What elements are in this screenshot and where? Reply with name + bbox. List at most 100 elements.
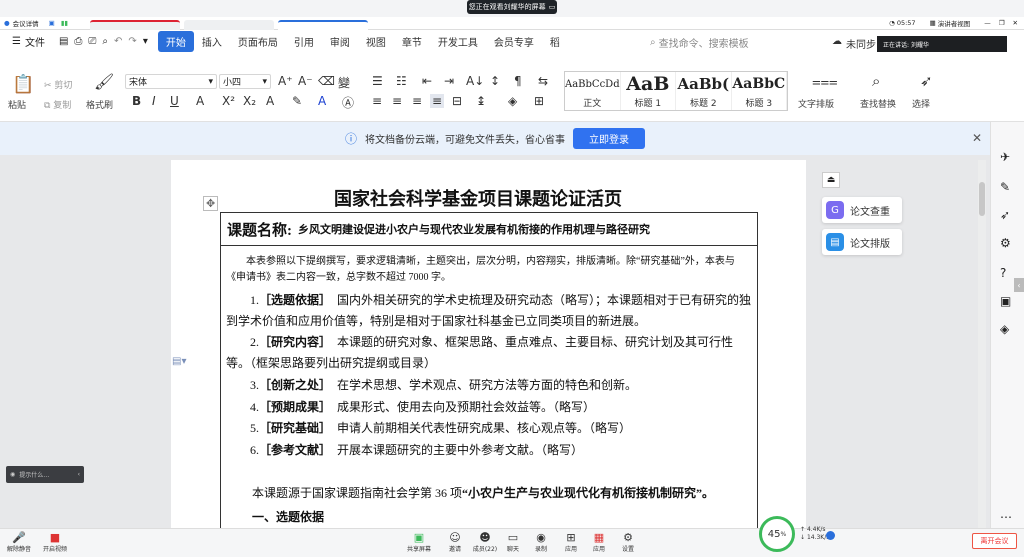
tab-review[interactable]: 审阅 [322, 34, 358, 49]
tab-developer[interactable]: 开发工具 [430, 34, 486, 49]
apps-button[interactable]: ⊞ 应用 [556, 531, 586, 553]
export-icon[interactable]: ⎙ [74, 36, 82, 47]
undo-icon[interactable]: ↶ [114, 36, 122, 47]
sync-status[interactable]: 未同步 [846, 36, 876, 51]
sort-icon[interactable]: ↕ [490, 74, 500, 88]
underline-icon[interactable]: U [170, 94, 179, 108]
file-menu[interactable]: 文件 [25, 34, 45, 49]
text-layout-button[interactable]: 文字排版 [798, 97, 834, 110]
superscript-icon[interactable]: X² [222, 94, 235, 108]
help-icon[interactable]: ? [1000, 266, 1006, 280]
meeting-details-link[interactable]: 会议详情 [13, 18, 39, 28]
font-name-select[interactable]: 宋体 ▾ [125, 74, 217, 89]
select-button[interactable]: 选择 [912, 97, 930, 110]
distributed-icon[interactable]: ⊟ [452, 94, 462, 108]
style-heading1[interactable]: AaB 标题 1 [621, 72, 677, 110]
location-icon[interactable]: ◈ [1000, 322, 1009, 336]
char-border-icon[interactable]: Ⓐ [342, 94, 354, 111]
save-icon[interactable]: ▤ [59, 36, 68, 47]
find-replace-button[interactable]: 查找替换 [860, 97, 896, 110]
bullet-list-icon[interactable]: ☰ [372, 74, 383, 88]
rocket-icon[interactable]: ✈ [1000, 150, 1010, 164]
members-button[interactable]: ☻ 成员(22) [470, 531, 500, 553]
cut-button[interactable]: ✂ 剪切 [44, 78, 72, 91]
speaker-view-button[interactable]: 演讲者视图 [938, 18, 971, 28]
chevron-down-icon[interactable]: ▾ [143, 36, 148, 47]
justify-icon[interactable]: ≡ [430, 94, 445, 108]
close-icon[interactable]: ✕ [1013, 19, 1018, 27]
borders-icon[interactable]: ⊞ [534, 94, 544, 108]
bold-icon[interactable]: B [132, 94, 141, 108]
indent-icon[interactable]: ⇥ [444, 74, 454, 88]
tab-more[interactable]: 稻 [542, 34, 568, 49]
grow-font-icon[interactable]: A⁺ [278, 74, 293, 88]
tab-chapter[interactable]: 章节 [394, 34, 430, 49]
format-painter-button[interactable]: 格式刷 [86, 98, 113, 111]
align-center-icon[interactable]: ≡ [392, 94, 402, 108]
align-left-icon[interactable]: ≡ [372, 94, 382, 108]
tab-icon[interactable]: ⇆ [538, 74, 548, 88]
login-button[interactable]: 立即登录 [573, 128, 645, 149]
adjust-icon[interactable]: ⚙ [1000, 236, 1011, 250]
chevron-left-icon[interactable]: ‹ [78, 471, 80, 478]
pointer-icon[interactable]: ➶ [1000, 208, 1010, 222]
style-normal[interactable]: AaBbCcDd 正文 [565, 72, 621, 110]
tab-member[interactable]: 会员专享 [486, 34, 542, 49]
subscript-icon[interactable]: X₂ [243, 94, 256, 108]
record-button[interactable]: ◉ 录制 [526, 531, 556, 553]
show-marks-icon[interactable]: ¶ [514, 74, 522, 88]
style-heading3[interactable]: AaBbC 标题 3 [732, 72, 788, 110]
doc-tab[interactable] [184, 20, 274, 30]
paste-icon[interactable]: 📋 [12, 74, 34, 95]
outdent-icon[interactable]: ⇤ [422, 74, 432, 88]
restore-icon[interactable]: ❐ [999, 19, 1005, 27]
align-right-icon[interactable]: ≡ [412, 94, 422, 108]
shrink-font-icon[interactable]: A⁻ [298, 74, 313, 88]
video-button[interactable]: ■ 开启视频 [40, 531, 70, 553]
minimize-icon[interactable]: — [984, 19, 991, 27]
collapse-icon[interactable]: ⏏ [822, 172, 840, 188]
highlight-icon[interactable]: ✎ [292, 94, 302, 108]
close-icon[interactable]: ✕ [972, 131, 982, 145]
tab-page-layout[interactable]: 页面布局 [230, 34, 286, 49]
paper-check-button[interactable]: G 论文查重 [822, 197, 902, 223]
more-icon[interactable]: ⋯ [1000, 510, 1012, 524]
tab-view[interactable]: 视图 [358, 34, 394, 49]
tab-insert[interactable]: 插入 [194, 34, 230, 49]
doc-tab-active[interactable] [278, 20, 368, 30]
number-list-icon[interactable]: ☷ [396, 74, 407, 88]
strikethrough-icon[interactable]: A [196, 94, 204, 108]
paragraph-menu-icon[interactable]: ▤▾ [172, 356, 186, 367]
phonetic-icon[interactable]: 變 [338, 74, 350, 91]
chevron-left-icon[interactable]: ‹ [1014, 278, 1024, 292]
image-icon[interactable]: ▣ [1000, 294, 1011, 308]
share-status-pill[interactable]: 您正在观看刘耀华的屏幕 ▭ [467, 0, 557, 14]
text-effect-icon[interactable]: A [266, 94, 274, 108]
chat-button[interactable]: ▭ 聊天 [498, 531, 528, 553]
pen-icon[interactable]: ✎ [1000, 180, 1010, 194]
mini-toolbar[interactable]: ◉ 提示什么… ‹ [6, 466, 84, 483]
shading-icon[interactable]: ◈ [508, 94, 517, 108]
menu-icon[interactable]: ☰ [12, 36, 21, 47]
scrollbar-thumb[interactable] [979, 182, 985, 216]
line-spacing-icon[interactable]: ↨ [476, 94, 486, 108]
font-size-select[interactable]: 小四 ▾ [219, 74, 271, 89]
chinese-layout-icon[interactable]: A↓ [466, 74, 484, 88]
paper-layout-button[interactable]: ▤ 论文排版 [822, 229, 902, 255]
clear-format-icon[interactable]: ⌫ [318, 74, 335, 88]
mute-button[interactable]: 🎤 解除静音 [4, 531, 34, 553]
print-icon[interactable]: ⎚ [88, 36, 96, 47]
extra-button[interactable]: ▦ 应用 [584, 531, 614, 553]
tab-start[interactable]: 开始 [157, 30, 194, 52]
italic-icon[interactable]: I [152, 94, 156, 108]
doc-tab[interactable] [90, 20, 180, 30]
redo-icon[interactable]: ↷ [128, 36, 136, 47]
paste-button[interactable]: 粘贴 [8, 98, 26, 111]
tab-references[interactable]: 引用 [286, 34, 322, 49]
leave-meeting-button[interactable]: 离开会议 [972, 533, 1017, 549]
style-heading2[interactable]: AaBb( 标题 2 [676, 72, 732, 110]
copy-button[interactable]: ⧉ 复制 [44, 98, 71, 111]
invite-button[interactable]: ☺ 邀请 [440, 531, 470, 553]
share-screen-button[interactable]: ▣ 共享屏幕 [404, 531, 434, 553]
command-search[interactable]: ⌕ 查找命令、搜索模板 [650, 34, 780, 50]
